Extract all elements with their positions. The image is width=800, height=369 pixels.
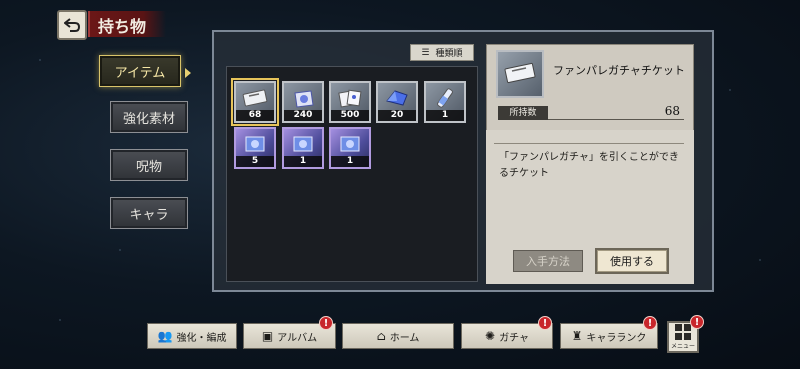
nav-label: アルバム (277, 332, 318, 344)
item-slot-cards[interactable]: 500 (329, 81, 371, 123)
album-icon: ▣ (261, 329, 274, 343)
item-slot-ticket[interactable]: 68 (231, 78, 279, 126)
use-button[interactable]: 使用する (597, 250, 667, 272)
item-slot-blue-crystal[interactable]: 20 (376, 81, 418, 123)
nav-label: ホーム (389, 332, 420, 344)
nav-label: キャラランク (586, 332, 647, 344)
nav-enhance-formation[interactable]: 👥 強化・編成 (147, 323, 237, 349)
page-title: 持ち物 (98, 17, 147, 36)
menu-grid-icon (675, 324, 691, 340)
item-slot-crystal-bag[interactable]: 240 (282, 81, 324, 123)
acquire-method-button[interactable]: 入手方法 (513, 250, 583, 272)
item-slot-card-pack-a[interactable]: 5 (234, 127, 276, 169)
sort-button[interactable]: ☰ 種類順 (410, 44, 474, 61)
item-count: 1 (426, 110, 464, 121)
item-slot-card-pack-c[interactable]: 1 (329, 127, 371, 169)
tab-items[interactable]: アイテム (99, 55, 181, 87)
notification-badge: ! (643, 316, 657, 330)
list-icon: ☰ (421, 47, 430, 58)
owned-label: 所持数 (498, 106, 548, 120)
detail-item-name: ファンパレガチャチケット (553, 64, 685, 77)
crystal-bag-icon (294, 90, 314, 108)
item-count: 240 (284, 110, 322, 121)
menu-label: メニュー (670, 343, 695, 350)
gacha-icon: ✺ (485, 329, 496, 343)
owned-divider (548, 119, 684, 120)
tab-enhance-materials[interactable]: 強化素材 (110, 101, 188, 133)
item-count: 500 (331, 110, 369, 121)
card-pack-icon (293, 136, 313, 152)
description-line-2: るチケット (499, 168, 549, 179)
item-count: 5 (236, 156, 274, 167)
back-arrow-icon (64, 18, 80, 32)
nav-label: ガチャ (499, 332, 529, 344)
item-count: 1 (331, 156, 369, 167)
card-pack-icon (245, 136, 265, 152)
home-icon: ⌂ (376, 329, 386, 343)
back-button[interactable] (57, 10, 87, 40)
notification-badge: ! (690, 315, 704, 329)
potion-tube-icon (437, 88, 453, 108)
nav-home[interactable]: ⌂ ホーム (342, 323, 454, 349)
tab-characters[interactable]: キャラ (110, 197, 188, 229)
detail-ticket-icon (496, 50, 544, 98)
cards-icon (338, 89, 362, 108)
sort-label: 種類順 (435, 49, 463, 59)
item-slot-potion-tube[interactable]: 1 (424, 81, 466, 123)
card-pack-icon (340, 136, 360, 152)
item-description: 「ファンパレガチャ」を引くことができ るチケット (499, 150, 687, 182)
ticket-icon (242, 89, 268, 107)
description-divider (494, 143, 684, 144)
notification-badge: ! (319, 316, 333, 330)
blue-crystal-icon (386, 90, 408, 106)
item-slot-card-pack-b[interactable]: 1 (282, 127, 324, 169)
description-line-1: 「ファンパレガチャ」を引くことができ (499, 152, 679, 163)
tab-cursed-objects[interactable]: 呪物 (110, 149, 188, 181)
item-count: 1 (284, 156, 322, 167)
owned-value: 68 (664, 104, 680, 118)
team-icon: 👥 (157, 329, 173, 343)
item-count: 20 (378, 110, 416, 121)
rank-icon: ♜ (571, 329, 583, 343)
item-count: 68 (236, 110, 274, 121)
active-tab-arrow-icon (185, 68, 191, 78)
notification-badge: ! (538, 316, 552, 330)
nav-label: 強化・編成 (176, 332, 227, 344)
